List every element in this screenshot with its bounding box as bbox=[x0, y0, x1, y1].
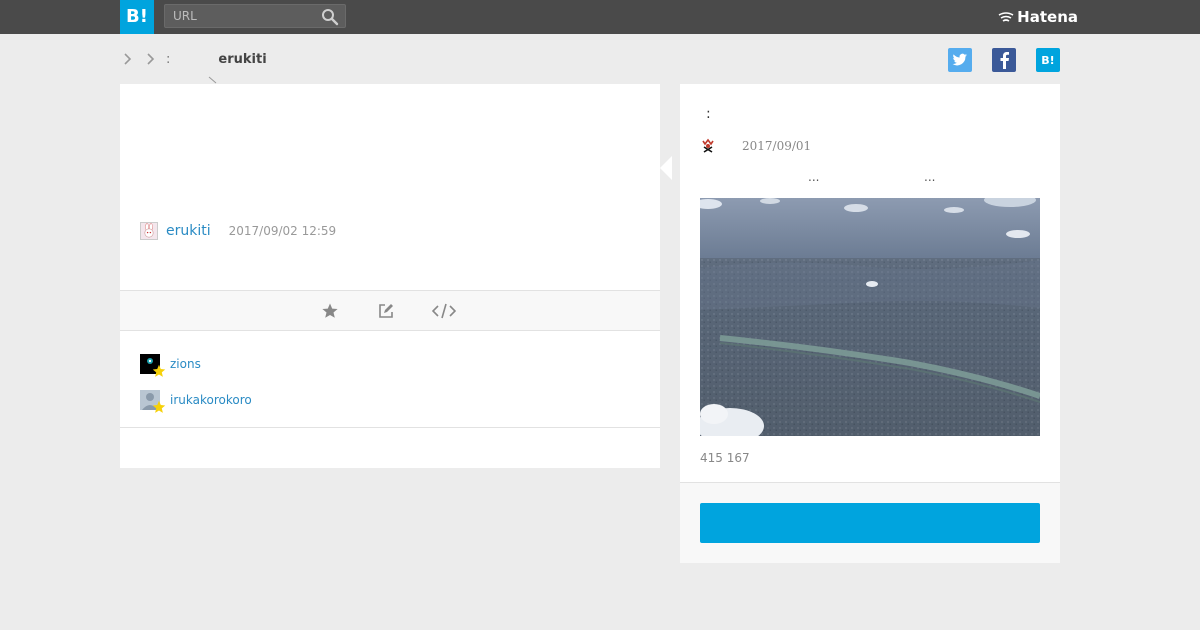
search-input[interactable] bbox=[165, 5, 315, 27]
facebook-icon bbox=[1000, 52, 1009, 69]
comment-toolbar bbox=[120, 290, 660, 331]
entry-description: ... bbox=[808, 170, 820, 184]
breadcrumb-separator: : bbox=[166, 51, 171, 67]
avatar[interactable] bbox=[140, 390, 166, 413]
hatena-bookmark-logo[interactable]: B! bbox=[120, 0, 154, 34]
comment-date[interactable]: 2017/09/02 12:59 bbox=[229, 224, 337, 238]
read-entry-button[interactable] bbox=[700, 503, 1040, 543]
site-favicon-icon bbox=[700, 138, 716, 154]
entry-date: 2017/09/01 bbox=[742, 139, 812, 153]
breadcrumb-user[interactable]: erukiti bbox=[218, 52, 266, 67]
star-user[interactable]: irukakorokoro bbox=[170, 393, 252, 407]
chevron-right-icon[interactable] bbox=[143, 52, 157, 66]
entry-footer bbox=[680, 482, 1060, 563]
comment-user[interactable]: erukiti bbox=[166, 223, 211, 239]
entry-card: : 2017/09/01 ... ... 415 167 bbox=[680, 84, 1060, 563]
star-icon bbox=[152, 364, 166, 377]
star-icon bbox=[322, 303, 338, 318]
comment-meta: erukiti 2017/09/02 12:59 bbox=[140, 222, 336, 240]
entry-description: ... bbox=[924, 170, 936, 184]
star-list-item: irukakorokoro bbox=[140, 390, 252, 413]
divider bbox=[120, 427, 660, 428]
card-tail bbox=[660, 156, 672, 180]
entry-title[interactable]: : bbox=[706, 106, 711, 122]
callout-pointer bbox=[208, 76, 217, 84]
star-list-item: zions bbox=[140, 354, 201, 377]
aerial-city-photo bbox=[700, 198, 1040, 436]
edit-icon bbox=[379, 304, 393, 318]
hatena-brand[interactable]: Hatena bbox=[998, 8, 1078, 26]
bookmark-counts: 415 167 bbox=[700, 451, 750, 465]
top-bar: B! Hatena bbox=[0, 0, 1200, 34]
code-embed-icon bbox=[432, 303, 456, 319]
star-icon bbox=[152, 400, 166, 413]
chevron-right-icon[interactable] bbox=[120, 52, 134, 66]
facebook-share-button[interactable] bbox=[992, 48, 1016, 72]
search-icon[interactable] bbox=[321, 8, 339, 26]
hatena-share-button[interactable]: B! bbox=[1036, 48, 1060, 72]
brand-label: Hatena bbox=[1017, 8, 1078, 26]
add-star-button[interactable] bbox=[320, 301, 340, 321]
hatena-cloud-icon bbox=[998, 12, 1014, 22]
comment-card: erukiti 2017/09/02 12:59 zions irukakoro… bbox=[120, 84, 660, 468]
avatar[interactable] bbox=[140, 354, 166, 377]
embed-button[interactable] bbox=[432, 301, 456, 321]
twitter-share-button[interactable] bbox=[948, 48, 972, 72]
search-box[interactable] bbox=[164, 4, 346, 28]
avatar[interactable] bbox=[140, 222, 158, 240]
user-avatar-icon bbox=[141, 223, 157, 239]
breadcrumb: : erukiti bbox=[120, 48, 267, 70]
entry-thumbnail[interactable] bbox=[700, 198, 1040, 436]
star-user[interactable]: zions bbox=[170, 357, 201, 371]
edit-button[interactable] bbox=[376, 301, 396, 321]
twitter-icon bbox=[952, 53, 967, 66]
